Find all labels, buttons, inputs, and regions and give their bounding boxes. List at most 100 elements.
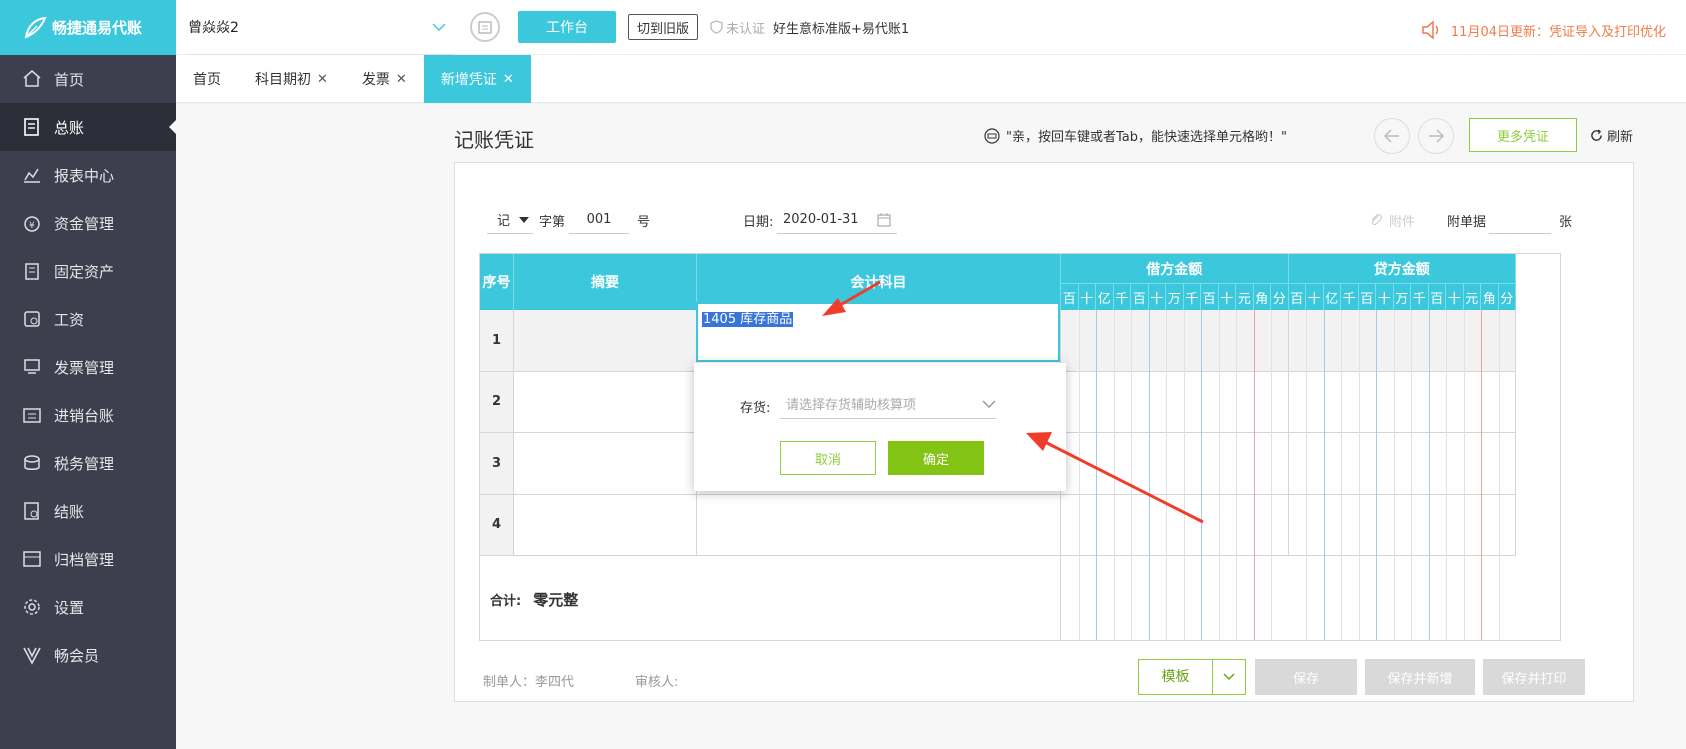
next-voucher-button[interactable]	[1418, 118, 1454, 154]
inventory-select[interactable]: 请选择存货辅助核算项	[780, 389, 996, 419]
switch-old-version-button[interactable]: 切到旧版	[628, 14, 699, 40]
company-select[interactable]: 曾焱焱2	[188, 0, 452, 55]
doc-count-input[interactable]	[1489, 205, 1551, 235]
close-icon[interactable]: ✕	[317, 72, 328, 87]
workbench-button[interactable]: 工作台	[518, 11, 616, 43]
sidebar-item-label: 资金管理	[54, 214, 115, 233]
debit-digit-header: 千	[1183, 284, 1201, 310]
subject-input[interactable]: 1405 库存商品	[696, 302, 1060, 362]
sidebar-item-0[interactable]: 首页	[0, 55, 176, 103]
credit-digit-header: 十	[1376, 284, 1394, 310]
sidebar-item-10[interactable]: 归档管理	[0, 535, 176, 583]
date-input[interactable]: 2020-01-31	[777, 205, 897, 235]
confirm-button[interactable]: 确定	[888, 441, 984, 475]
cancel-button[interactable]: 取消	[780, 441, 876, 475]
sidebar-item-4[interactable]: 固定资产	[0, 247, 176, 295]
logo-text: 畅捷通易代账	[52, 19, 143, 37]
calendar-icon	[877, 212, 891, 227]
digit-divider	[1131, 310, 1132, 640]
sidebar-item-label: 税务管理	[54, 454, 115, 473]
sidebar-item-1[interactable]: 总账	[0, 103, 177, 151]
inventory-placeholder: 请选择存货辅助核算项	[786, 398, 917, 413]
row-number: 4	[480, 494, 514, 556]
summary-cell[interactable]	[514, 433, 697, 495]
attachment-label: 附件	[1389, 214, 1416, 230]
voucher-word-select[interactable]: 记	[487, 205, 533, 235]
paperclip-icon	[1371, 214, 1382, 226]
update-notice[interactable]: 11月04日更新：凭证导入及打印优化	[1421, 20, 1666, 40]
header-debit: 借方金额	[1061, 254, 1289, 284]
maker-label: 制单人：李四代	[483, 675, 575, 690]
ledger-icon	[22, 117, 42, 137]
salary-icon	[22, 309, 42, 329]
leaf-logo-icon	[24, 16, 47, 39]
attachment-button[interactable]: 附件	[1369, 205, 1415, 235]
digit-divider	[1113, 310, 1115, 640]
arrow-left-icon	[1384, 129, 1399, 143]
inventory-icon	[22, 405, 42, 425]
sidebar-nav: 首页总账报表中心 ¥ 资金管理固定资产工资发票管理 进销台账税务管理结账归档管理设置畅…	[0, 55, 177, 679]
voucher-footer: 制单人：李四代 审核人: 模板 保存 保存并新增 保存并打印	[483, 659, 1603, 697]
digit-divider	[1428, 310, 1430, 640]
calendar-icon[interactable]	[470, 12, 500, 42]
summary-cell[interactable]	[514, 494, 697, 556]
sidebar-item-6[interactable]: 发票管理	[0, 343, 176, 391]
close-icon[interactable]: ✕	[396, 72, 407, 87]
archive-icon	[22, 549, 42, 569]
save-and-print-button[interactable]: 保存并打印	[1483, 659, 1585, 695]
save-and-new-button[interactable]: 保存并新增	[1365, 659, 1475, 695]
chart-icon	[22, 165, 42, 185]
digit-divider	[1166, 310, 1167, 640]
subject-cell[interactable]	[697, 494, 1061, 556]
sidebar-item-11[interactable]: 设置	[0, 583, 176, 631]
sidebar-item-9[interactable]: 结账	[0, 487, 176, 535]
date-value: 2020-01-31	[783, 212, 859, 227]
prev-voucher-button[interactable]	[1374, 118, 1410, 154]
credit-digit-header: 百	[1358, 284, 1376, 310]
doc-count-label: 附单据	[1447, 214, 1487, 230]
tab-0[interactable]: 首页	[176, 55, 238, 103]
sidebar-item-label: 结账	[54, 502, 85, 521]
sidebar-item-3[interactable]: ¥ 资金管理	[0, 199, 176, 247]
sidebar-item-label: 工资	[54, 310, 85, 329]
template-dropdown[interactable]	[1213, 673, 1245, 681]
tab-3[interactable]: 新增凭证 ✕	[423, 55, 531, 103]
template-button[interactable]: 模板	[1138, 659, 1246, 695]
voucher-number-input[interactable]: 001	[569, 205, 629, 235]
speaker-icon	[1422, 20, 1439, 40]
home-icon	[22, 69, 42, 89]
more-vouchers-button[interactable]: 更多凭证	[1469, 118, 1577, 152]
chevron-down-icon	[982, 399, 996, 408]
auxiliary-popup: 存货: 请选择存货辅助核算项 取消 确定	[694, 363, 1066, 491]
refresh-label: 刷新	[1607, 130, 1634, 145]
sidebar-item-8[interactable]: 税务管理	[0, 439, 176, 487]
row-number: 1	[480, 310, 514, 372]
doc-unit: 张	[1559, 214, 1573, 230]
voucher-header: 记 字第 001 号 日期: 2020-01-31 附件 附单据 张	[487, 205, 1607, 235]
digit-divider	[1253, 310, 1255, 640]
sidebar-item-12[interactable]: 畅会员	[0, 631, 176, 679]
refresh-button[interactable]: 刷新	[1590, 126, 1633, 145]
app-logo[interactable]: 畅捷通易代账	[0, 0, 176, 55]
sidebar-item-5[interactable]: 工资	[0, 295, 176, 343]
tab-2[interactable]: 发票 ✕	[345, 55, 424, 103]
close-icon[interactable]: ✕	[503, 72, 514, 87]
save-button[interactable]: 保存	[1255, 659, 1357, 695]
sidebar-item-label: 总账	[54, 118, 85, 137]
summary-cell[interactable]	[514, 371, 697, 433]
tab-1[interactable]: 科目期初 ✕	[238, 55, 345, 103]
digit-divider	[1358, 310, 1360, 640]
summary-cell[interactable]	[514, 310, 697, 372]
sidebar-item-2[interactable]: 报表中心	[0, 151, 176, 199]
close-account-icon	[22, 501, 42, 521]
credit-digit-header: 千	[1411, 284, 1429, 310]
vip-icon	[22, 645, 42, 665]
sidebar-item-label: 设置	[54, 598, 85, 617]
debit-digit-header: 万	[1166, 284, 1184, 310]
sidebar-item-7[interactable]: 进销台账	[0, 391, 176, 439]
debit-digit-header: 百	[1061, 284, 1079, 310]
sidebar-item-label: 固定资产	[54, 262, 115, 281]
word-label: 字第	[539, 214, 566, 230]
credit-digit-header: 万	[1393, 284, 1411, 310]
unverified-badge[interactable]: 未认证	[710, 18, 765, 37]
